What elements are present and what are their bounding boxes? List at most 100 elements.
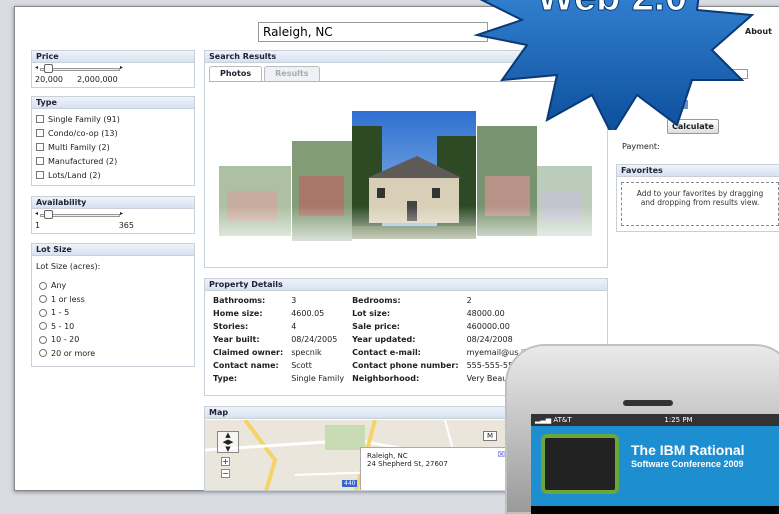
lot-option-label: 1 - 5 bbox=[51, 308, 70, 318]
type-panel: Type Single Family (91) Condo/co-op (13)… bbox=[31, 96, 195, 186]
detail-value: Single Family bbox=[291, 374, 345, 383]
type-option[interactable]: Lots/Land (2) bbox=[32, 168, 194, 182]
carrier-text: AT&T bbox=[553, 416, 572, 424]
table-row: Stories: 4 Sale price: 460000.00 bbox=[209, 320, 560, 333]
popup-city: Raleigh, NC bbox=[367, 452, 408, 460]
detail-value: 4600.05 bbox=[291, 309, 325, 318]
availability-title: Availability bbox=[32, 197, 194, 209]
availability-handle[interactable] bbox=[44, 210, 53, 219]
detail-value: specnik bbox=[291, 348, 322, 357]
detail-key: Year built: bbox=[213, 335, 260, 344]
web20-starburst-badge: Web 2.0 bbox=[473, 0, 755, 130]
tv-graphic bbox=[541, 434, 619, 494]
tab-photos[interactable]: Photos bbox=[209, 66, 263, 81]
type-label: Lots/Land (2) bbox=[48, 170, 101, 180]
lot-option[interactable]: 20 or more bbox=[32, 347, 194, 361]
lot-option[interactable]: 10 - 20 bbox=[32, 333, 194, 347]
ad-subtitle: Software Conference 2009 bbox=[631, 459, 744, 469]
map-popup: Raleigh, NC 24 Shepherd St, 27607 ☒ bbox=[360, 447, 510, 490]
slider-left-arrow-icon[interactable]: ◂ bbox=[35, 210, 38, 217]
conference-ad[interactable]: The IBM Rational Software Conference 200… bbox=[531, 426, 779, 506]
table-row: Claimed owner: specnik Contact e-mail: myem… bbox=[209, 346, 560, 359]
detail-key: Lot size: bbox=[352, 309, 391, 318]
map-pan-control[interactable]: ▲ ◀▶ ▼ bbox=[217, 431, 239, 453]
detail-value: 48000.00 bbox=[466, 309, 505, 318]
detail-key: Contact phone number: bbox=[352, 361, 459, 370]
lot-option-label: 1 or less bbox=[51, 294, 85, 304]
detail-key: Stories: bbox=[213, 322, 249, 331]
slider-left-arrow-icon[interactable]: ◂ bbox=[35, 64, 38, 71]
popup-address: 24 Shepherd St, 27607 bbox=[367, 460, 448, 468]
tab-results[interactable]: Results bbox=[264, 66, 320, 81]
table-row: Bathrooms: 3 Bedrooms: 2 bbox=[209, 294, 560, 307]
favorites-hint: Add to your favorites by dragging and dr… bbox=[636, 189, 764, 207]
phone-status-bar: ▂▃▅ AT&T 1:25 PM ▭ bbox=[531, 414, 779, 426]
detail-value: 08/24/2005 bbox=[291, 335, 338, 344]
phone-time: 1:25 PM bbox=[664, 416, 693, 424]
detail-key: Year updated: bbox=[352, 335, 416, 344]
slider-right-arrow-icon[interactable]: ▸ bbox=[120, 64, 123, 71]
radio[interactable] bbox=[39, 281, 47, 290]
lot-option-label: 10 - 20 bbox=[51, 335, 80, 345]
type-label: Manufactured (2) bbox=[48, 156, 118, 166]
type-label: Single Family (91) bbox=[48, 114, 120, 124]
table-row: Home size: 4600.05 Lot size: 48000.00 bbox=[209, 307, 560, 320]
type-label: Multi Family (2) bbox=[48, 142, 110, 152]
property-details-title: Property Details bbox=[205, 279, 607, 291]
lot-option-label: 20 or more bbox=[51, 348, 96, 358]
detail-key: Bathrooms: bbox=[213, 296, 266, 305]
map-zoom-in-button[interactable]: + bbox=[221, 457, 230, 466]
location-search-input[interactable] bbox=[258, 22, 488, 42]
checkbox[interactable] bbox=[36, 115, 44, 123]
detail-value: 460000.00 bbox=[466, 322, 510, 331]
lot-size-panel: Lot Size Lot Size (acres): Any 1 or less… bbox=[31, 243, 195, 367]
favorites-drop-zone[interactable]: Add to your favorites by dragging and dr… bbox=[621, 182, 779, 226]
lot-size-label: Lot Size (acres): bbox=[36, 262, 101, 271]
favorites-title: Favorites bbox=[617, 165, 779, 177]
type-option[interactable]: Single Family (91) bbox=[32, 112, 194, 126]
type-option[interactable]: Condo/co-op (13) bbox=[32, 126, 194, 140]
radio[interactable] bbox=[39, 295, 47, 304]
lot-option-label: Any bbox=[51, 281, 67, 291]
lot-option[interactable]: 5 - 10 bbox=[32, 320, 194, 334]
type-label: Condo/co-op (13) bbox=[48, 128, 118, 138]
web20-title: Web 2.0 bbox=[537, 0, 687, 19]
map-zoom-out-button[interactable]: − bbox=[221, 469, 230, 478]
detail-value: 4 bbox=[291, 322, 297, 331]
radio[interactable] bbox=[39, 322, 47, 331]
checkbox[interactable] bbox=[36, 129, 44, 137]
detail-key: Bedrooms: bbox=[352, 296, 401, 305]
lot-option[interactable]: Any bbox=[32, 279, 194, 293]
lot-option[interactable]: 1 - 5 bbox=[32, 306, 194, 320]
type-option[interactable]: Manufactured (2) bbox=[32, 154, 194, 168]
phone-speaker bbox=[623, 400, 673, 406]
detail-value: 3 bbox=[291, 296, 297, 305]
payment-label: Payment: bbox=[622, 142, 660, 151]
lot-option-label: 5 - 10 bbox=[51, 321, 75, 331]
price-slider[interactable]: ◂ ▸ bbox=[32, 63, 194, 77]
detail-key: Type: bbox=[213, 374, 238, 383]
price-min-handle[interactable] bbox=[44, 64, 53, 73]
detail-key: Home size: bbox=[213, 309, 263, 318]
detail-key: Contact name: bbox=[213, 361, 279, 370]
detail-value: 2 bbox=[466, 296, 472, 305]
slider-right-arrow-icon[interactable]: ▸ bbox=[120, 210, 123, 217]
checkbox[interactable] bbox=[36, 143, 44, 151]
detail-value: Scott bbox=[291, 361, 312, 370]
detail-key: Contact e-mail: bbox=[352, 348, 421, 357]
availability-slider[interactable]: ◂ ▸ bbox=[32, 209, 194, 223]
table-row: Year built: 08/24/2005 Year updated: 08/24/… bbox=[209, 333, 560, 346]
phone-screen: ▂▃▅ AT&T 1:25 PM ▭ The IBM Rational Soft… bbox=[531, 414, 779, 514]
checkbox[interactable] bbox=[36, 171, 44, 179]
type-option[interactable]: Multi Family (2) bbox=[32, 140, 194, 154]
highway-badge: 440 bbox=[342, 480, 358, 487]
favorites-panel: Favorites Add to your favorites by dragg… bbox=[616, 164, 779, 232]
close-icon[interactable]: ☒ bbox=[498, 450, 505, 459]
radio[interactable] bbox=[39, 308, 47, 317]
radio[interactable] bbox=[39, 349, 47, 358]
checkbox[interactable] bbox=[36, 157, 44, 165]
radio[interactable] bbox=[39, 335, 47, 344]
map-type-button[interactable]: M bbox=[483, 431, 498, 441]
lot-option[interactable]: 1 or less bbox=[32, 293, 194, 307]
detail-key: Sale price: bbox=[352, 322, 400, 331]
